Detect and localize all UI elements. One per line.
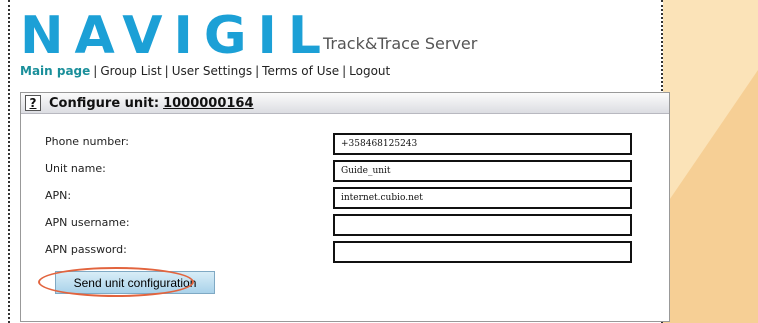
apn-row: APN: internet.cubio.net: [45, 187, 645, 209]
apn-username-field[interactable]: [333, 214, 632, 236]
top-nav: Main page | Group List | User Settings | Terms…: [20, 64, 390, 78]
nav-terms-of-use[interactable]: Terms of Use: [262, 64, 339, 78]
main-panel: NAVIGIL Track&Trace Server Main page | Gro…: [8, 0, 670, 323]
apn-password-label: APN password:: [45, 243, 127, 256]
nav-separator: |: [93, 64, 98, 78]
unit-name-field[interactable]: Guide_unit: [333, 160, 632, 182]
configure-unit-box: ? Configure unit: 1000000164 Phone numbe…: [20, 92, 670, 322]
apn-field[interactable]: internet.cubio.net: [333, 187, 632, 209]
nav-main-page[interactable]: Main page: [20, 64, 90, 78]
nav-group-list[interactable]: Group List: [100, 64, 161, 78]
apn-password-row: APN password:: [45, 241, 645, 263]
nav-separator: |: [164, 64, 169, 78]
nav-logout[interactable]: Logout: [349, 64, 390, 78]
phone-number-row: Phone number: +358468125243: [45, 133, 645, 155]
send-unit-configuration-button[interactable]: Send unit configuration: [55, 271, 215, 294]
navigil-logo: NAVIGIL: [20, 6, 332, 66]
phone-number-label: Phone number:: [45, 135, 130, 148]
nav-separator: |: [342, 64, 347, 78]
apn-label: APN:: [45, 189, 72, 202]
apn-username-label: APN username:: [45, 216, 130, 229]
configure-unit-title: Configure unit:: [49, 95, 160, 111]
phone-number-field[interactable]: +358468125243: [333, 133, 632, 155]
help-button[interactable]: ?: [25, 95, 41, 111]
configure-unit-header: ? Configure unit: 1000000164: [21, 93, 669, 114]
app-subtitle: Track&Trace Server: [323, 34, 478, 53]
unit-id-link[interactable]: 1000000164: [163, 96, 253, 111]
apn-username-row: APN username:: [45, 214, 645, 236]
nav-user-settings[interactable]: User Settings: [172, 64, 252, 78]
unit-name-row: Unit name: Guide_unit: [45, 160, 645, 182]
unit-name-label: Unit name:: [45, 162, 106, 175]
apn-password-field[interactable]: [333, 241, 632, 263]
nav-separator: |: [255, 64, 260, 78]
